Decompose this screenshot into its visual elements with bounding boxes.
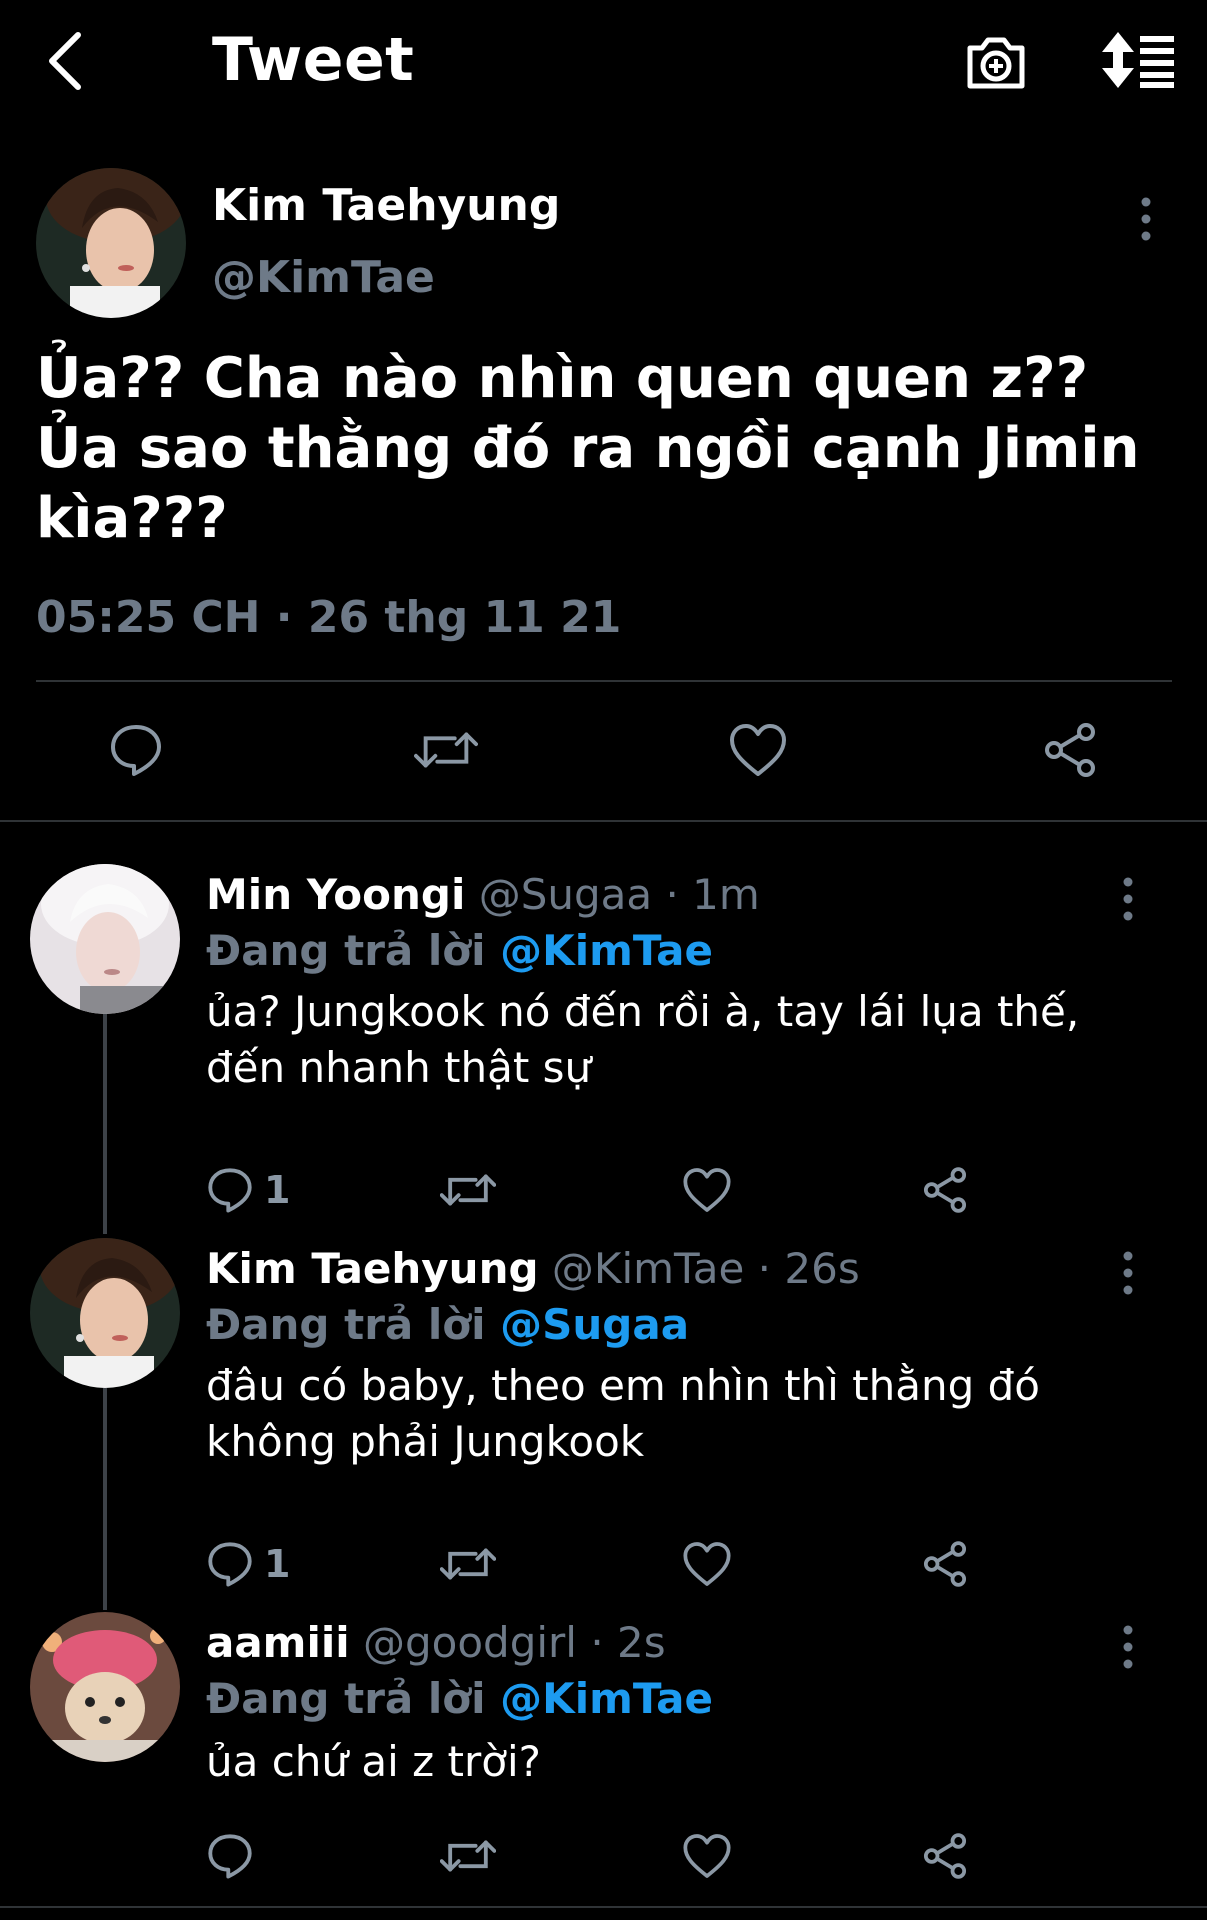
reply-button[interactable] xyxy=(104,718,168,782)
avatar-image xyxy=(36,168,186,318)
share-icon xyxy=(923,1833,967,1879)
share-icon xyxy=(923,1541,967,1587)
author-name[interactable]: aamiii xyxy=(206,1618,350,1667)
retweet-button[interactable] xyxy=(440,1536,496,1592)
avatar-image xyxy=(30,1612,180,1762)
retweet-icon xyxy=(414,732,478,768)
more-vertical-icon xyxy=(1123,1251,1133,1295)
reply-icon xyxy=(111,725,161,776)
more-options-button[interactable] xyxy=(1108,1248,1148,1298)
mention-link[interactable]: @Sugaa xyxy=(500,1300,689,1349)
avatar[interactable] xyxy=(30,864,180,1014)
reply-icon xyxy=(208,1542,252,1587)
divider xyxy=(0,820,1207,822)
divider xyxy=(36,680,1172,682)
avatar[interactable] xyxy=(30,1612,180,1762)
replying-prefix: Đang trả lời xyxy=(206,1674,486,1723)
camera-plus-icon xyxy=(967,37,1025,89)
reply-count: 1 xyxy=(264,1168,291,1212)
reply-tweet[interactable]: Min Yoongi @Sugaa · 1m Đang trả lời @Kim… xyxy=(0,864,1207,1213)
reply-header: Min Yoongi @Sugaa · 1m xyxy=(206,868,760,922)
retweet-icon xyxy=(440,1174,496,1206)
like-icon xyxy=(683,1834,731,1878)
share-button[interactable] xyxy=(920,1162,970,1218)
share-button[interactable] xyxy=(920,1536,970,1592)
more-vertical-icon xyxy=(1123,877,1133,921)
reply-text: đâu có baby, theo em nhìn thì thằng đó k… xyxy=(206,1361,1040,1466)
share-icon xyxy=(923,1167,967,1213)
reply-tweet[interactable]: Kim Taehyung @KimTae · 26s Đang trả lời … xyxy=(0,1238,1207,1587)
like-button[interactable] xyxy=(682,1162,732,1218)
tweet-text: Ủa?? Cha nào nhìn quen quen z?? Ủa sao t… xyxy=(36,346,1140,551)
more-vertical-icon xyxy=(1123,1625,1133,1669)
author-name[interactable]: Kim Taehyung xyxy=(212,178,560,234)
retweet-button[interactable] xyxy=(440,1828,496,1884)
reply-actions xyxy=(0,1828,1207,1884)
author-handle[interactable]: @goodgirl xyxy=(363,1618,577,1667)
retweet-icon xyxy=(440,1840,496,1872)
reply-button[interactable]: 1 xyxy=(206,1162,290,1218)
reply-header: aamiii @goodgirl · 2s xyxy=(206,1616,666,1670)
replying-prefix: Đang trả lời xyxy=(206,1300,486,1349)
reply-count: 1 xyxy=(264,1542,291,1586)
replying-to: Đang trả lời @KimTae xyxy=(206,924,713,978)
author-handle[interactable]: @Sugaa xyxy=(479,870,652,919)
like-icon xyxy=(730,724,786,776)
share-button[interactable] xyxy=(1038,718,1102,782)
reply-icon xyxy=(208,1168,252,1213)
replying-prefix: Đang trả lời xyxy=(206,926,486,975)
like-button[interactable] xyxy=(726,718,790,782)
replying-to: Đang trả lời @KimTae xyxy=(206,1672,713,1726)
tweet-timestamp[interactable]: 05:25 CH · 26 thg 11 21 xyxy=(36,590,621,646)
avatar[interactable] xyxy=(36,168,186,318)
back-arrow-icon xyxy=(49,32,81,90)
reply-button[interactable] xyxy=(206,1828,264,1884)
avatar-image xyxy=(30,1238,180,1388)
reply-actions: 1 xyxy=(0,1162,1207,1218)
reply-icon xyxy=(208,1834,252,1879)
replying-to: Đang trả lời @Sugaa xyxy=(206,1298,689,1352)
back-button[interactable] xyxy=(42,28,86,94)
reply-button[interactable]: 1 xyxy=(206,1536,290,1592)
mention-link[interactable]: @KimTae xyxy=(500,926,713,975)
reply-header: Kim Taehyung @KimTae · 26s xyxy=(206,1242,860,1296)
avatar[interactable] xyxy=(30,1238,180,1388)
sort-replies-button[interactable] xyxy=(1100,30,1176,90)
main-tweet: Kim Taehyung @KimTae Ủa?? Cha nào nhìn q… xyxy=(0,124,1207,822)
reply-time: · 1m xyxy=(665,870,760,919)
author-handle[interactable]: @KimTae xyxy=(552,1244,744,1293)
reply-time: · 2s xyxy=(590,1618,666,1667)
reply-text: ủa chứ ai z trời? xyxy=(206,1737,541,1786)
like-button[interactable] xyxy=(682,1536,732,1592)
page-title: Tweet xyxy=(212,25,415,95)
retweet-button[interactable] xyxy=(440,1162,496,1218)
retweet-icon xyxy=(440,1548,496,1580)
sort-icon xyxy=(1102,32,1174,88)
like-icon xyxy=(683,1542,731,1586)
like-button[interactable] xyxy=(682,1828,732,1884)
reply-actions: 1 xyxy=(0,1536,1207,1592)
author-handle[interactable]: @KimTae xyxy=(212,250,435,306)
tweet-actions xyxy=(0,718,1207,782)
add-photo-button[interactable] xyxy=(964,28,1028,94)
retweet-button[interactable] xyxy=(414,718,478,782)
more-options-button[interactable] xyxy=(1108,874,1148,924)
share-icon xyxy=(1045,723,1095,777)
divider xyxy=(0,1906,1207,1908)
more-options-button[interactable] xyxy=(1108,1622,1148,1672)
author-name[interactable]: Kim Taehyung xyxy=(206,1244,539,1293)
avatar-image xyxy=(30,864,180,1014)
mention-link[interactable]: @KimTae xyxy=(500,1674,713,1723)
more-options-button[interactable] xyxy=(1126,194,1166,244)
more-vertical-icon xyxy=(1141,197,1151,241)
share-button[interactable] xyxy=(920,1828,970,1884)
reply-text: ủa? Jungkook nó đến rồi à, tay lái lụa t… xyxy=(206,987,1080,1092)
top-bar: Tweet xyxy=(0,0,1207,124)
reply-time: · 26s xyxy=(757,1244,860,1293)
reply-tweet[interactable]: aamiii @goodgirl · 2s Đang trả lời @KimT… xyxy=(0,1612,1207,1902)
author-name[interactable]: Min Yoongi xyxy=(206,870,465,919)
like-icon xyxy=(683,1168,731,1212)
